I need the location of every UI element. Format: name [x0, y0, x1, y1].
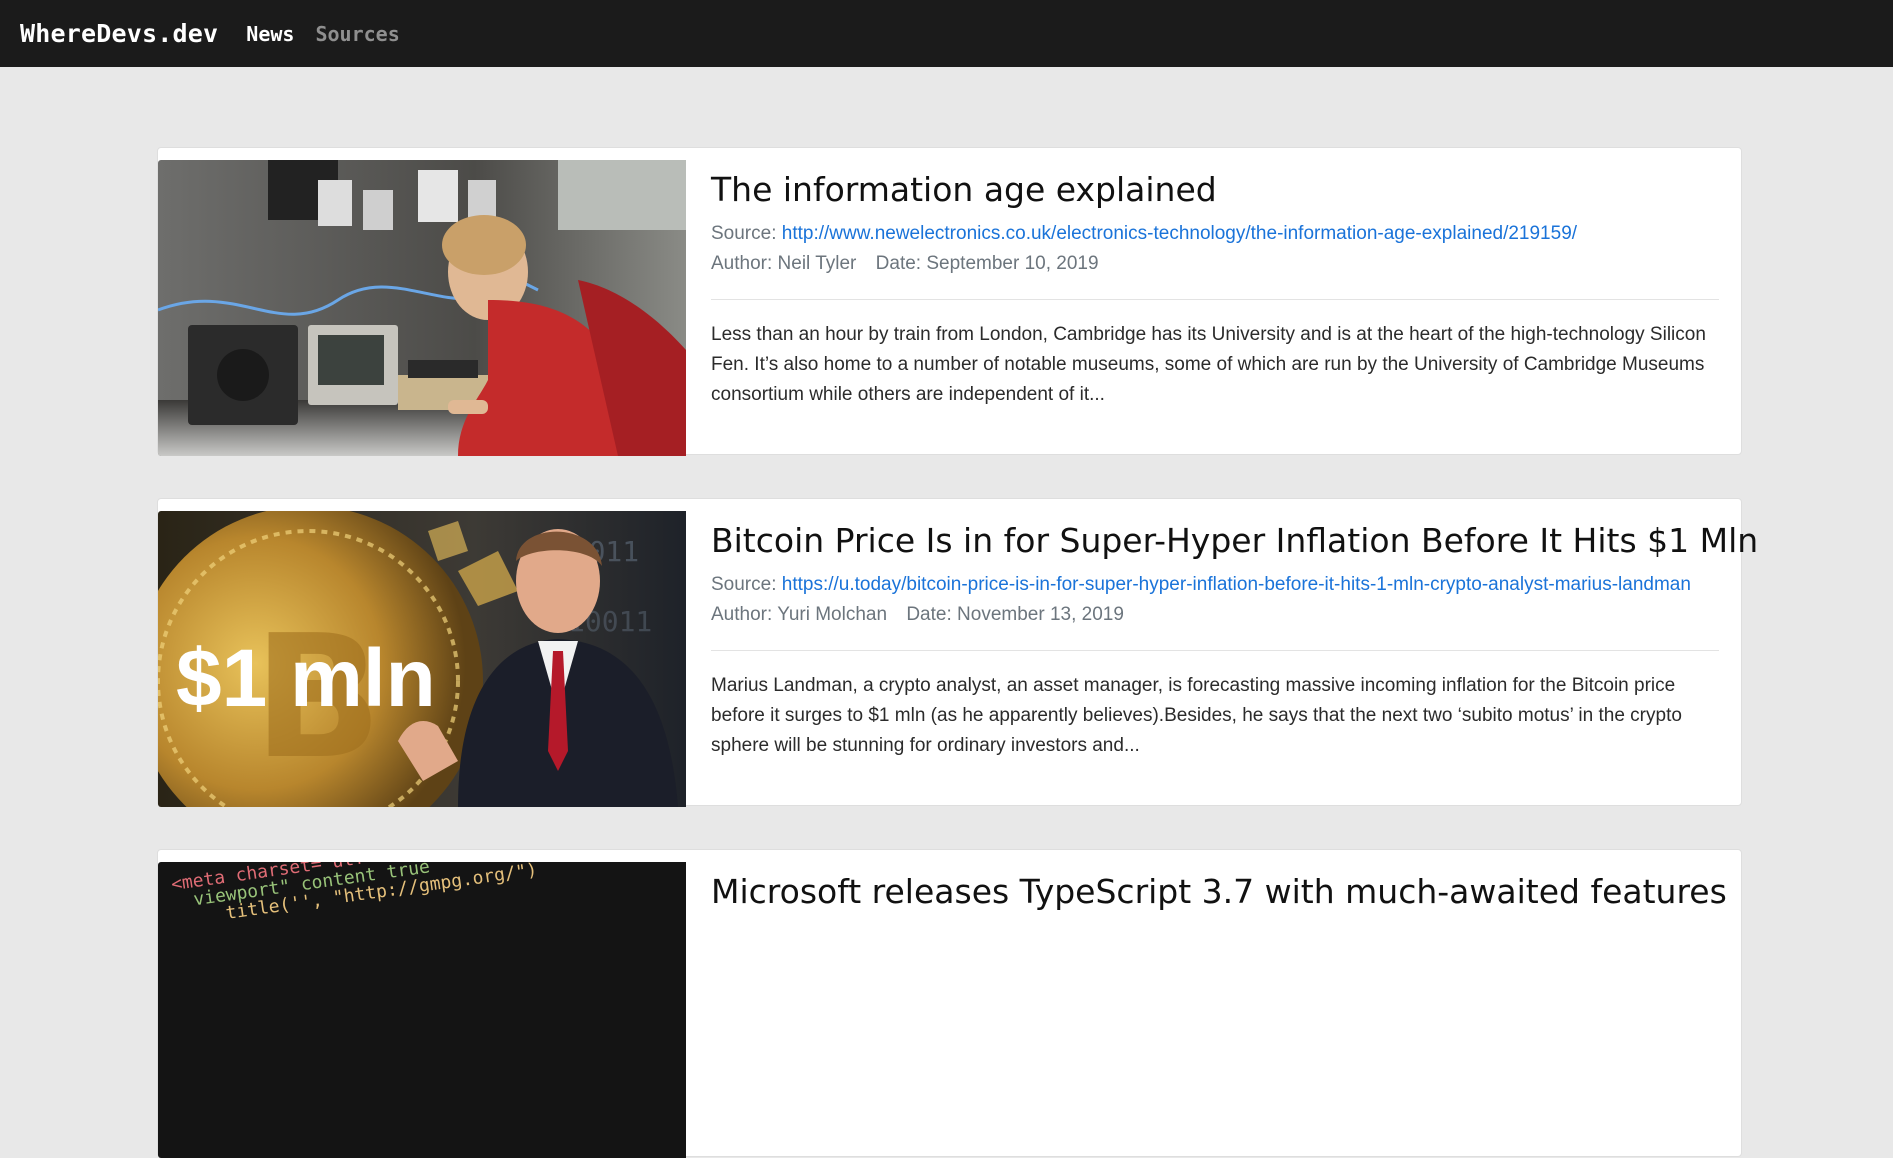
publish-date: November 13, 2019	[957, 604, 1124, 625]
bitcoin-image-caption: $1 mln	[176, 633, 436, 724]
article-thumbnail[interactable]: <meta charset="utf-8"> content viewport"…	[158, 862, 686, 1158]
date-label: Date:	[906, 604, 952, 625]
code-photo-image: <meta charset="utf-8"> content viewport"…	[158, 862, 686, 1158]
source-label: Source:	[711, 574, 777, 595]
nav-link-sources[interactable]: Sources	[315, 22, 399, 46]
divider	[711, 650, 1719, 651]
article-excerpt: Less than an hour by train from London, …	[711, 324, 1706, 405]
source-link[interactable]: http://www.newelectronics.co.uk/electron…	[782, 223, 1577, 244]
brand-logo-link[interactable]: WhereDevs.dev	[20, 19, 218, 48]
source-label: Source:	[711, 223, 777, 244]
article-title[interactable]: The information age explained	[711, 170, 1719, 210]
article-title[interactable]: Bitcoin Price Is in for Super-Hyper Infl…	[711, 521, 1758, 561]
article-meta: Source: https://u.today/bitcoin-price-is…	[711, 570, 1719, 630]
article-thumbnail[interactable]	[158, 160, 686, 456]
date-label: Date:	[875, 253, 922, 274]
article-body: The information age explained Source: ht…	[711, 170, 1719, 410]
article-meta: Source: http://www.newelectronics.co.uk/…	[711, 219, 1719, 279]
article-title[interactable]: Microsoft releases TypeScript 3.7 with m…	[711, 872, 1727, 912]
nav-link-news[interactable]: News	[246, 22, 294, 46]
article-card: <meta charset="utf-8"> content viewport"…	[157, 849, 1742, 1158]
article-body: Bitcoin Price Is in for Super-Hyper Infl…	[711, 521, 1758, 761]
author-label: Author:	[711, 604, 773, 625]
article-thumbnail[interactable]: B 001011 10011 $1 mln	[158, 511, 686, 807]
publish-date: September 10, 2019	[926, 253, 1099, 274]
article-excerpt: Marius Landman, a crypto analyst, an ass…	[711, 675, 1682, 756]
museum-photo-image	[158, 160, 686, 456]
top-navbar: WhereDevs.dev News Sources	[0, 0, 1893, 67]
author-label: Author:	[711, 253, 773, 274]
article-card: The information age explained Source: ht…	[157, 147, 1742, 456]
article-card: B 001011 10011 $1 mln Bitcoin Price Is i…	[157, 498, 1758, 807]
author-name: Yuri Molchan	[777, 604, 888, 625]
divider	[711, 299, 1719, 300]
source-link[interactable]: https://u.today/bitcoin-price-is-in-for-…	[782, 574, 1691, 595]
bitcoin-photo-image: B 001011 10011 $1 mln	[158, 511, 686, 807]
article-body: Microsoft releases TypeScript 3.7 with m…	[711, 872, 1727, 912]
author-name: Neil Tyler	[777, 253, 857, 274]
